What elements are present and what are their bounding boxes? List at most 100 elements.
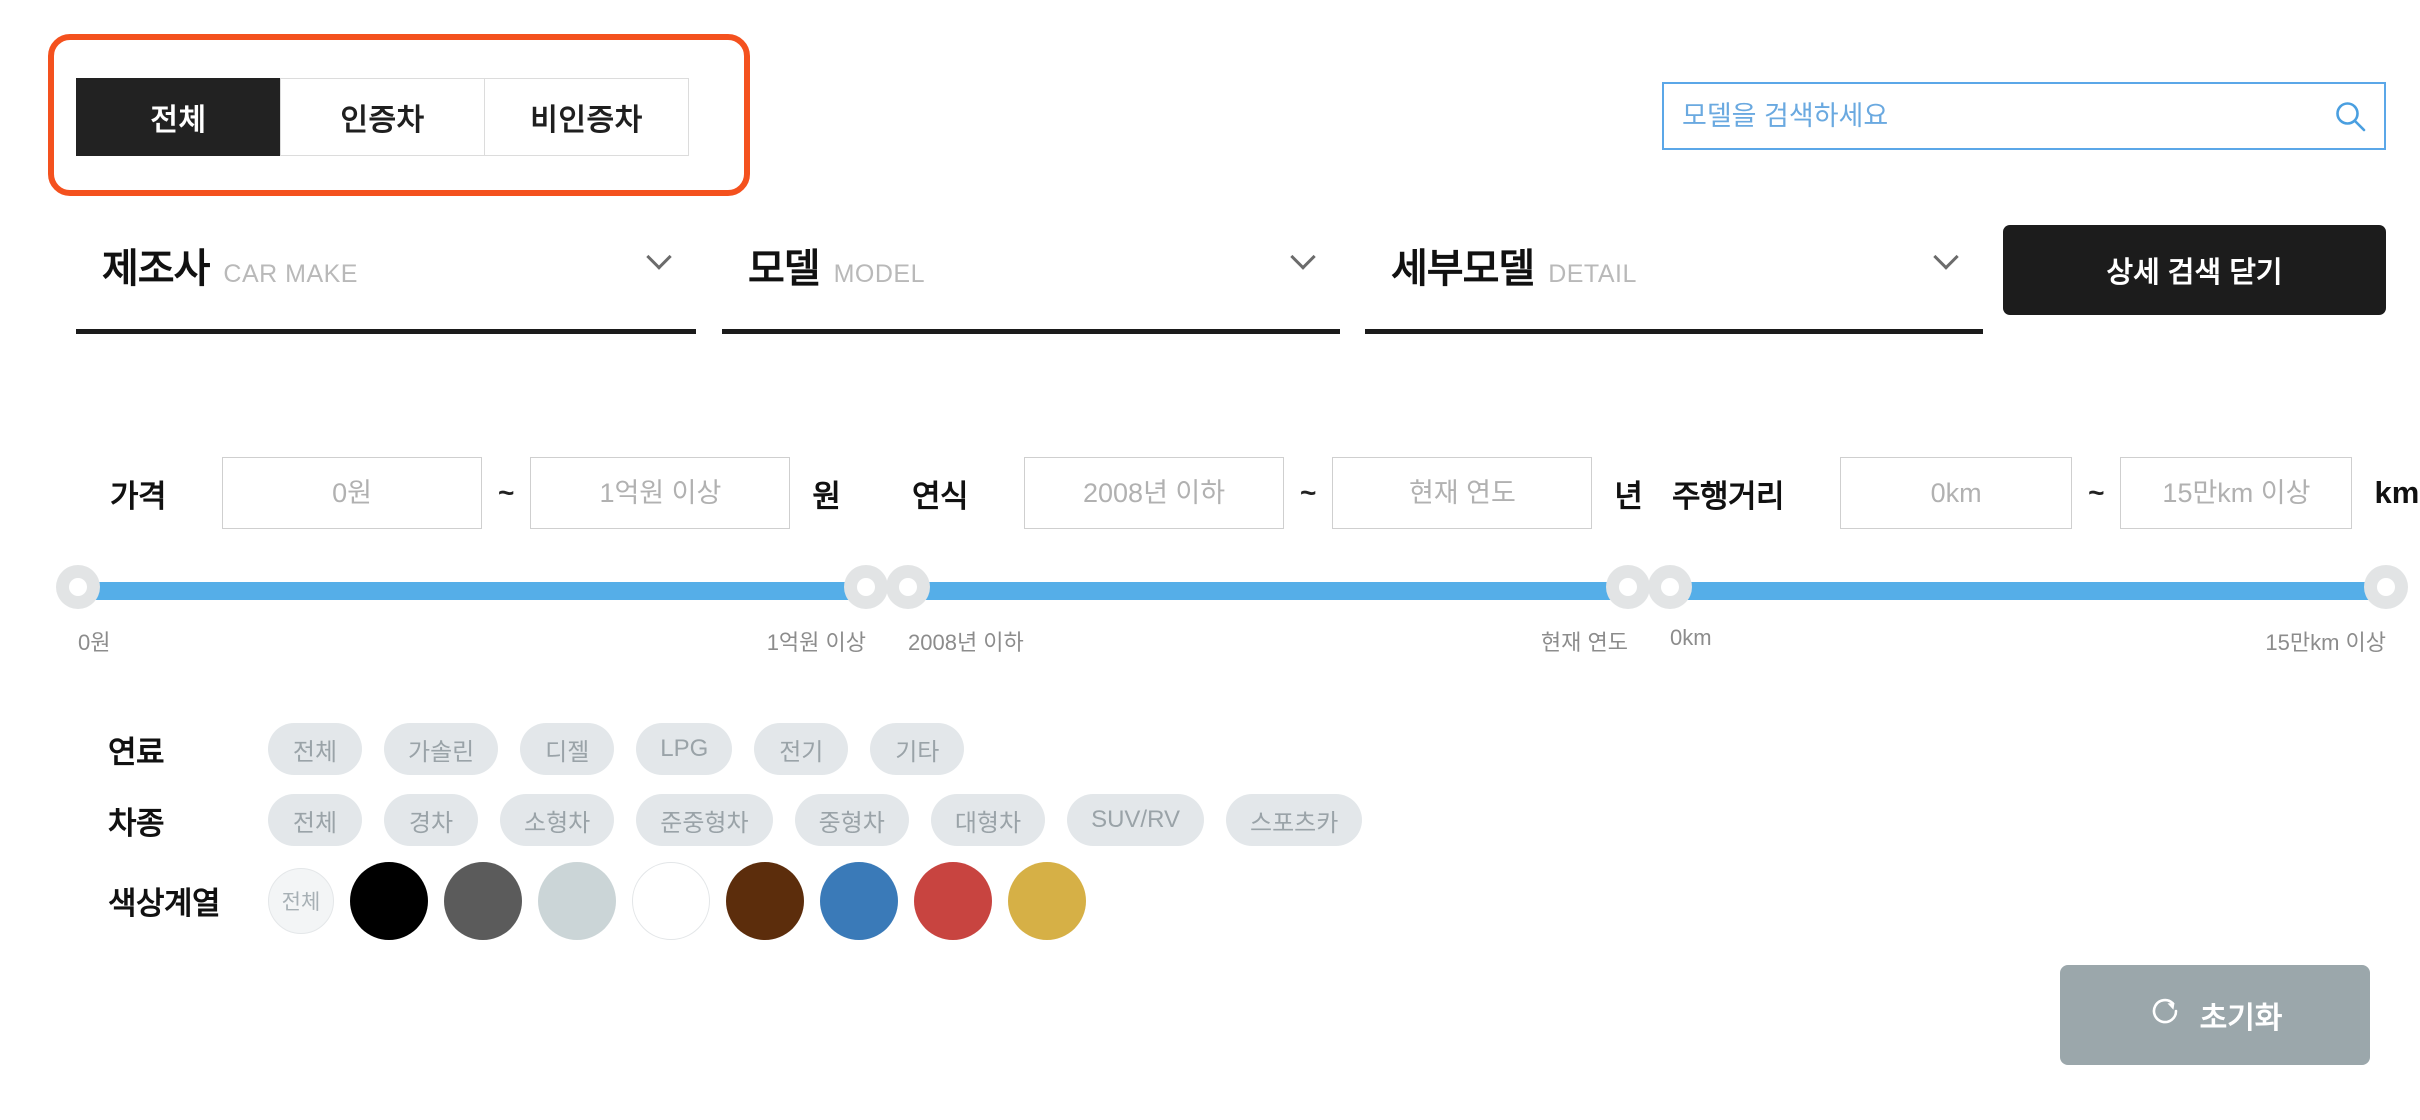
price-slider-track[interactable] (78, 582, 866, 600)
mileage-slider-min-caption: 0km (1670, 625, 1712, 650)
year-slider[interactable]: 2008년 이하 현재 연도 (886, 565, 1650, 655)
cartype-filter-row: 차종 전체 경차 소형차 준중형차 중형차 대형차 SUV/RV 스포츠카 (0, 784, 2420, 856)
cartype-chip-label: 경차 (408, 809, 454, 837)
chevron-down-icon[interactable] (1935, 248, 1961, 264)
year-label: 연식 (912, 478, 969, 514)
color-swatch-list: 전체 (268, 862, 1086, 940)
price-min-input[interactable] (222, 457, 483, 529)
fuel-chip-label: 가솔린 (408, 738, 475, 766)
price-range-separator: ~ (498, 477, 515, 508)
close-detail-search-button[interactable]: 상세 검색 닫기 (2003, 225, 2386, 315)
year-slider-max-caption: 현재 연도 (1540, 630, 1628, 655)
fuel-chip-label: 전기 (779, 738, 824, 766)
cartype-chip[interactable]: 스포츠카 (1226, 794, 1363, 846)
color-swatch-brown[interactable] (726, 862, 804, 940)
cartype-chip[interactable]: SUV/RV (1067, 794, 1204, 846)
cartype-chip[interactable]: 경차 (384, 794, 478, 846)
mileage-max-input[interactable] (2120, 457, 2353, 529)
select-detail-model-text: 세부모델 DETAIL (1365, 218, 1935, 294)
search-input[interactable] (1664, 100, 2316, 132)
cartype-label: 차종 (108, 805, 165, 841)
fuel-chip[interactable]: 전체 (268, 723, 362, 775)
cartype-chip-label: 대형차 (954, 809, 1022, 837)
mileage-unit: km (2374, 475, 2420, 510)
cartype-chip[interactable]: 준중형차 (636, 794, 773, 846)
price-unit: 원 (812, 478, 841, 514)
fuel-chip[interactable]: 디젤 (520, 723, 615, 775)
chevron-down-icon[interactable] (648, 248, 674, 264)
cartype-chip[interactable]: 중형차 (794, 794, 909, 846)
year-range-separator: ~ (1300, 477, 1317, 508)
select-car-make-sublabel: CAR MAKE (223, 260, 358, 288)
year-slider-handle-max[interactable] (1606, 565, 1650, 609)
tab-certified[interactable]: 인증차 (280, 78, 485, 156)
fuel-chip[interactable]: 기타 (870, 723, 965, 775)
cartype-chip-label: SUV/RV (1091, 806, 1180, 833)
select-car-make-label: 제조사 (102, 247, 210, 291)
refresh-icon (2148, 994, 2182, 1036)
color-swatch-silver[interactable] (538, 862, 616, 940)
cartype-chip[interactable]: 소형차 (500, 794, 615, 846)
color-swatch-red[interactable] (914, 862, 992, 940)
mileage-slider-max-caption: 15만km 이상 (2265, 630, 2386, 655)
select-model-label: 모델 (748, 247, 821, 291)
cartype-chip[interactable]: 전체 (268, 794, 362, 846)
search-icon[interactable] (2316, 82, 2384, 150)
select-car-make[interactable]: 제조사 CAR MAKE (76, 218, 696, 334)
mileage-range-group: 주행거리 ~ km (1672, 448, 2419, 538)
tab-all[interactable]: 전체 (76, 78, 281, 156)
fuel-chip-list: 전체 가솔린 디젤 LPG 전기 기타 (268, 723, 965, 775)
mileage-range-separator: ~ (2088, 477, 2105, 508)
year-range-group: 연식 ~ 년 (912, 448, 1643, 538)
cartype-chip-label: 전체 (292, 809, 338, 837)
price-label: 가격 (110, 478, 167, 514)
year-slider-track[interactable] (908, 582, 1628, 600)
cartype-chip-label: 준중형차 (660, 809, 749, 837)
fuel-label: 연료 (108, 734, 165, 770)
year-unit: 년 (1614, 478, 1643, 514)
color-swatch-white[interactable] (632, 862, 710, 940)
color-swatch-all-label: 전체 (281, 891, 321, 914)
color-swatch-gold[interactable] (1008, 862, 1086, 940)
chevron-down-icon[interactable] (1292, 248, 1318, 264)
fuel-chip[interactable]: LPG (636, 723, 733, 775)
cartype-chip-list: 전체 경차 소형차 준중형차 중형차 대형차 SUV/RV 스포츠카 (268, 794, 1363, 846)
reset-button[interactable]: 초기화 (2060, 965, 2370, 1065)
price-slider-min-caption: 0원 (78, 630, 111, 655)
fuel-chip[interactable]: 전기 (754, 723, 849, 775)
color-label: 색상계열 (108, 886, 221, 921)
color-filter-row: 색상계열 전체 (0, 862, 2420, 972)
mileage-slider[interactable]: 0km 15만km 이상 (1648, 565, 2408, 655)
price-max-input[interactable] (530, 457, 791, 529)
price-slider-handle-max[interactable] (844, 565, 888, 609)
fuel-chip[interactable]: 가솔린 (384, 723, 499, 775)
select-model[interactable]: 모델 MODEL (722, 218, 1340, 334)
range-sliders-row: 0원 1억원 이상 2008년 이하 현재 연도 0km 15만km 이상 (0, 565, 2420, 685)
mileage-slider-handle-max[interactable] (2364, 565, 2408, 609)
tab-uncertified-label: 비인증차 (530, 104, 643, 137)
car-search-filter-panel: 전체 인증차 비인증차 제조사 CAR MAKE 모델 (0, 0, 2420, 1120)
color-swatch-black[interactable] (350, 862, 428, 940)
mileage-slider-track[interactable] (1670, 582, 2386, 600)
select-detail-model-sublabel: DETAIL (1548, 260, 1637, 288)
year-min-input[interactable] (1024, 457, 1285, 529)
color-swatch-blue[interactable] (820, 862, 898, 940)
price-range-group: 가격 ~ 원 (110, 448, 841, 538)
fuel-chip-label: 기타 (895, 738, 940, 766)
mileage-label: 주행거리 (1672, 478, 1785, 514)
year-max-input[interactable] (1332, 457, 1593, 529)
price-slider-handle-min[interactable] (56, 565, 100, 609)
range-inputs-row: 가격 ~ 원 연식 ~ 년 주행거리 ~ km (0, 448, 2420, 538)
model-search-box[interactable] (1662, 82, 2386, 150)
color-swatch-gray[interactable] (444, 862, 522, 940)
mileage-slider-handle-min[interactable] (1648, 565, 1692, 609)
price-slider[interactable]: 0원 1억원 이상 (56, 565, 888, 655)
tab-uncertified[interactable]: 비인증차 (484, 78, 689, 156)
cartype-chip-label: 스포츠카 (1250, 809, 1339, 837)
fuel-filter-row: 연료 전체 가솔린 디젤 LPG 전기 기타 (0, 713, 2420, 785)
mileage-min-input[interactable] (1840, 457, 2073, 529)
color-swatch-all[interactable]: 전체 (268, 868, 334, 934)
cartype-chip[interactable]: 대형차 (930, 794, 1046, 846)
year-slider-handle-min[interactable] (886, 565, 930, 609)
select-detail-model[interactable]: 세부모델 DETAIL (1365, 218, 1983, 334)
